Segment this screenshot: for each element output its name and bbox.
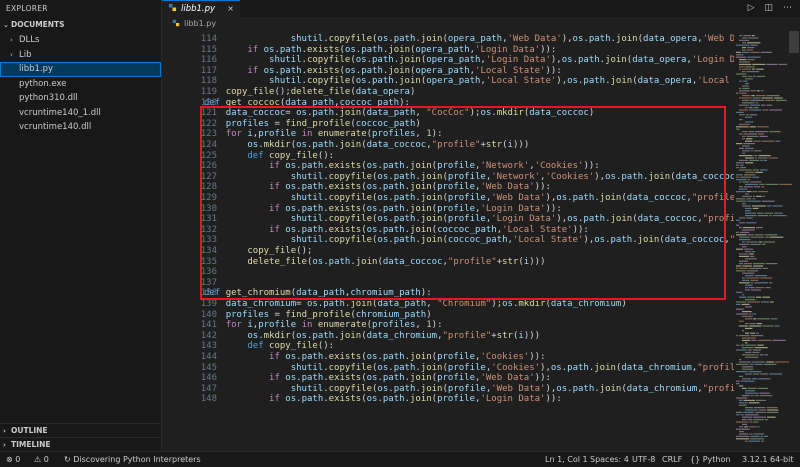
code-line[interactable]: 143 def copy_file(): <box>162 341 734 352</box>
sync-icon: ↻ <box>64 455 71 464</box>
code-line[interactable]: 139 data_chromium= os.path.join(data_pat… <box>162 299 734 310</box>
tree-item-label: DLLs <box>19 35 40 45</box>
split-editor-icon[interactable]: ◫ <box>764 3 773 13</box>
tree-item-vcruntime140-dll[interactable]: vcruntime140.dll <box>0 120 161 135</box>
timeline-section-header[interactable]: › TIMELINE <box>0 437 162 451</box>
code-text: os.mkdir(os.path.join(data_chromium,"pro… <box>247 330 541 341</box>
python-file-icon <box>172 19 180 27</box>
tab-libb1-py[interactable]: libb1.py × <box>162 0 240 17</box>
status-bar: ⊗ 0 ⚠ 0 ↻ Discovering Python Interpreter… <box>0 451 800 467</box>
run-icon[interactable]: ▷ <box>748 3 755 13</box>
documents-section-header[interactable]: ⌄ DOCUMENTS <box>0 17 161 33</box>
code-line[interactable]: 140 profiles = find_profile(chromium_pat… <box>162 310 734 321</box>
tree-item-python310-dll[interactable]: python310.dll <box>0 91 161 106</box>
tree-item-label: python310.dll <box>19 93 78 103</box>
code-line[interactable]: 116 shutil.copyfile(os.path.join(opera_p… <box>162 55 734 66</box>
scrollbar-thumb[interactable] <box>789 31 799 53</box>
more-actions-icon[interactable]: ⋯ <box>783 3 792 13</box>
code-line[interactable]: 146 if os.path.exists(os.path.join(profi… <box>162 373 734 384</box>
language-label: Python <box>702 455 731 464</box>
minimap[interactable] <box>734 31 800 451</box>
code-line[interactable]: 141 for i,profile in enumerate(profiles,… <box>162 320 734 331</box>
tree-item-label: python.exe <box>19 78 67 89</box>
explorer-title: EXPLORER <box>6 4 48 13</box>
code-text: if os.path.exists(os.path.join(opera_pat… <box>247 44 557 55</box>
tab-label: libb1.py <box>181 4 216 14</box>
code-line[interactable]: 145 shutil.copyfile(os.path.join(profile… <box>162 363 734 374</box>
warnings-status[interactable]: ⚠ 0 <box>34 452 49 467</box>
highlight-box <box>200 106 726 300</box>
tree-item-lib[interactable]: › Lib <box>0 48 161 63</box>
code-text: copy_file();delete_file(data_opera) <box>225 87 416 97</box>
tree-item-dlls[interactable]: › DLLs <box>0 33 161 48</box>
warning-icon: ⚠ <box>34 455 42 464</box>
code-line[interactable]: 115 if os.path.exists(os.path.join(opera… <box>162 45 734 56</box>
chevron-right-icon: › <box>10 50 13 59</box>
code-line[interactable]: 117 if os.path.exists(os.path.join(opera… <box>162 66 734 77</box>
outline-label: OUTLINE <box>11 426 48 435</box>
code-line[interactable]: 144 if os.path.exists(os.path.join(profi… <box>162 352 734 363</box>
indentation-status[interactable]: Spaces: 4 <box>590 452 629 467</box>
code-text: if os.path.exists(os.path.join(profile,'… <box>269 352 546 362</box>
tree-item-libb1-py[interactable]: libb1.py <box>0 62 161 77</box>
code-line[interactable]: 147 shutil.copyfile(os.path.join(profile… <box>162 384 734 395</box>
code-line[interactable]: 119 copy_file();delete_file(data_opera) <box>162 87 734 98</box>
code-text: def copy_file(): <box>247 341 335 352</box>
chevron-right-icon: › <box>3 427 6 435</box>
code-text: shutil.copyfile(os.path.join(opera_path,… <box>269 76 730 87</box>
code-text: if os.path.exists(os.path.join(profile,'… <box>269 394 562 405</box>
file-tree: › DLLs › Lib libb1.py python.exe python310… <box>0 33 161 135</box>
python-file-icon <box>168 3 177 12</box>
braces-icon: {} <box>690 455 701 464</box>
tree-item-label: vcruntime140_1.dll <box>19 107 101 118</box>
chevron-right-icon: › <box>3 441 6 449</box>
explorer-sidebar: EXPLORER ⌄ DOCUMENTS › DLLs › Lib libb1.py … <box>0 0 162 451</box>
tree-item-python-exe[interactable]: python.exe <box>0 77 161 92</box>
editor-actions: ▷ ◫ ⋯ <box>738 0 792 17</box>
code-text: if os.path.exists(os.path.join(opera_pat… <box>247 65 562 76</box>
tree-item-vcruntime140-1-dll[interactable]: vcruntime140_1.dll <box>0 106 161 121</box>
code-text: shutil.copyfile(os.path.join(opera_path,… <box>290 34 734 44</box>
close-icon[interactable]: × <box>227 1 234 17</box>
code-text: data_chromium= os.path.join(data_path, "… <box>225 299 627 309</box>
tree-item-label: Lib <box>19 49 32 60</box>
code-line[interactable]: 114 shutil.copyfile(os.path.join(opera_p… <box>162 34 734 45</box>
error-count: 0 <box>15 455 21 464</box>
breadcrumb: libb1.py <box>162 17 800 31</box>
error-icon: ⊗ <box>6 455 13 464</box>
code-line[interactable]: 118 shutil.copyfile(os.path.join(opera_p… <box>162 76 734 87</box>
encoding-status[interactable]: UTF-8 <box>632 452 655 467</box>
python-interpreter-status[interactable]: 3.12.1 64-bit <box>742 452 794 467</box>
tab-bar: libb1.py × ▷ ◫ ⋯ <box>162 0 800 17</box>
status-message: Discovering Python Interpreters <box>73 455 201 464</box>
code-text: shutil.copyfile(os.path.join(opera_path,… <box>269 55 734 66</box>
code-line[interactable]: 148 if os.path.exists(os.path.join(profi… <box>162 394 734 405</box>
code-text: shutil.copyfile(os.path.join(profile,'Co… <box>290 362 734 373</box>
tree-item-label: libb1.py <box>19 64 54 74</box>
errors-status[interactable]: ⊗ 0 <box>6 452 20 467</box>
eol-status[interactable]: CRLF <box>662 452 682 467</box>
code-line[interactable]: 142 os.mkdir(os.path.join(data_chromium,… <box>162 331 734 342</box>
warning-count: 0 <box>43 455 49 464</box>
code-text: shutil.copyfile(os.path.join(profile,'We… <box>290 383 734 394</box>
code-text: for i,profile in enumerate(profiles, 1): <box>225 320 443 331</box>
cursor-position[interactable]: Ln 1, Col 1 <box>545 452 588 467</box>
breadcrumb-file[interactable]: libb1.py <box>184 19 216 28</box>
tree-item-label: vcruntime140.dll <box>19 122 92 132</box>
chevron-right-icon: › <box>10 36 13 44</box>
chevron-down-icon: ⌄ <box>3 21 9 29</box>
timeline-label: TIMELINE <box>11 440 51 449</box>
language-mode[interactable]: {} Python <box>690 452 730 467</box>
documents-section-label: DOCUMENTS <box>11 20 65 29</box>
interpreter-discovery-status[interactable]: ↻ Discovering Python Interpreters <box>64 452 201 467</box>
outline-section-header[interactable]: › OUTLINE <box>0 423 162 437</box>
code-text: if os.path.exists(os.path.join(profile,'… <box>269 373 551 384</box>
code-text: profiles = find_profile(chromium_path) <box>225 309 432 320</box>
